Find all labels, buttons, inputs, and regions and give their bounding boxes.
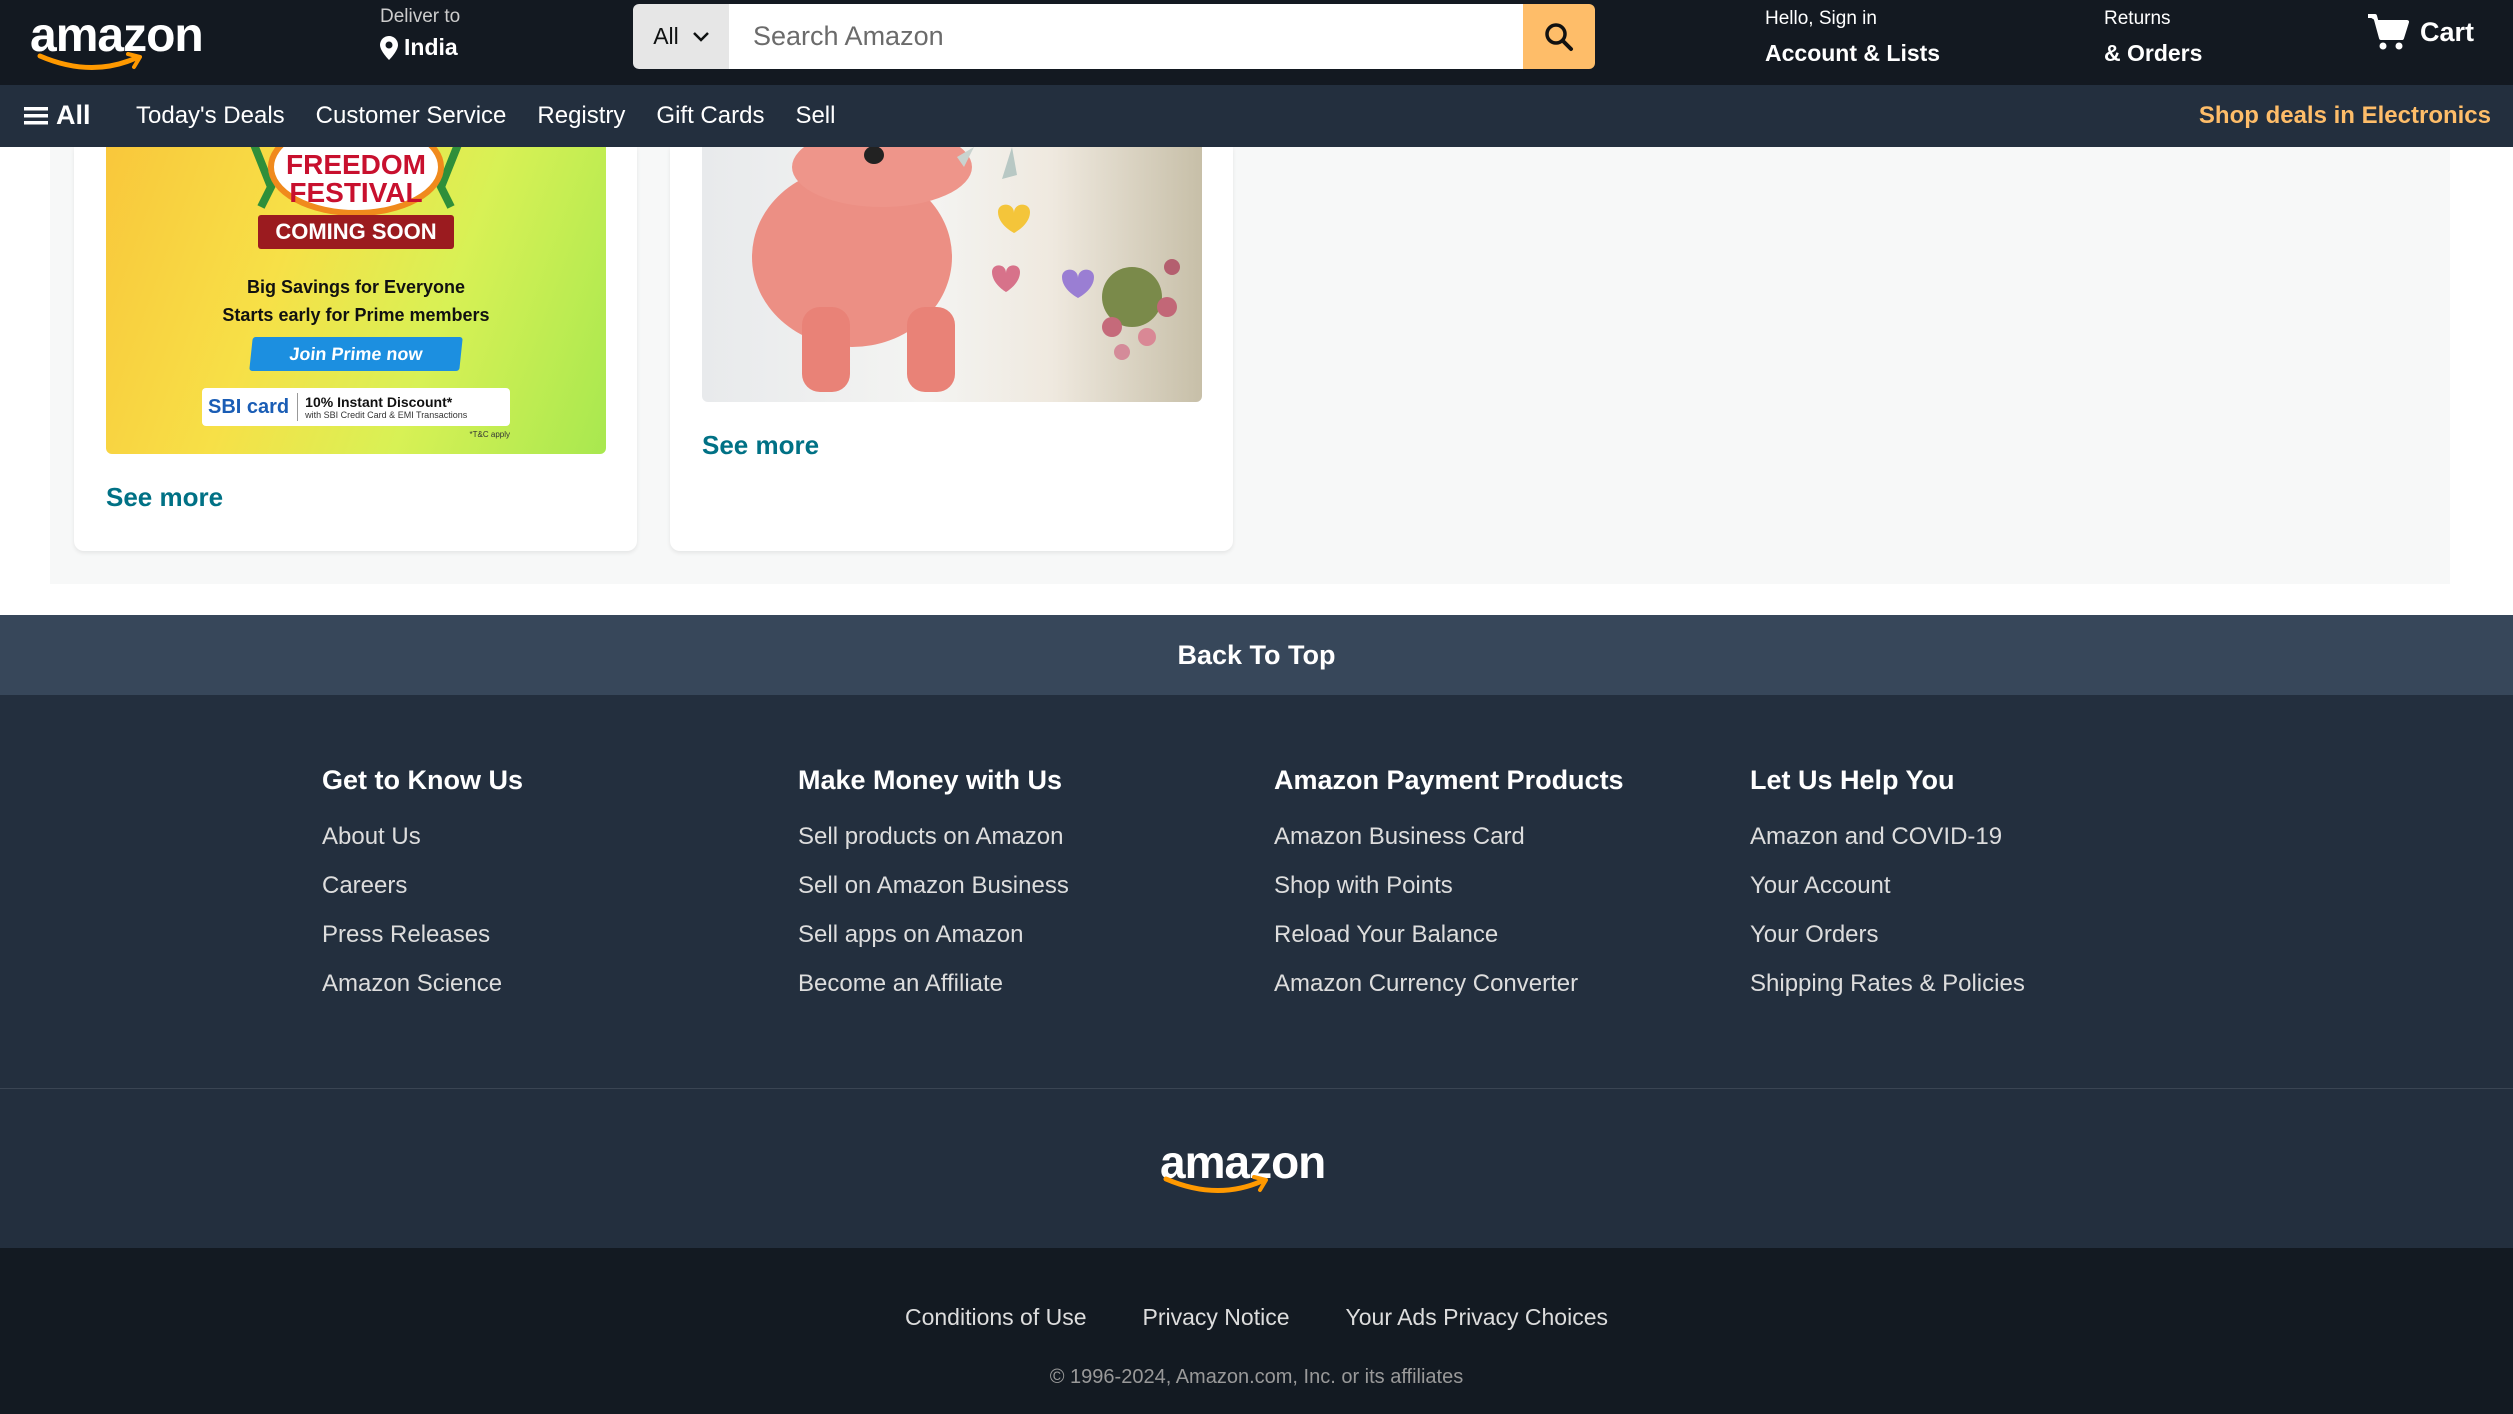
promo-text-line2: Starts early for Prime members [222,305,490,325]
legal-links: Conditions of Use Privacy Notice Your Ad… [0,1304,2513,1331]
footer-link-sell-apps[interactable]: Sell apps on Amazon [798,921,1069,949]
nav-todays-deals[interactable]: Today's Deals [136,102,285,130]
plush-unicorn-illustration [752,147,1180,392]
footer-column-make-money: Make Money with Us Sell products on Amaz… [798,765,1069,1019]
nav-electronics-deals[interactable]: Shop deals in Electronics [2199,102,2491,130]
top-header: amazon Deliver to India All Search Amazo… [0,0,2513,85]
sbi-card-logo: SBI card [208,393,299,421]
coming-soon-badge: COMING SOON [258,215,454,249]
footer-column-title: Get to Know Us [322,765,523,795]
footer-link-sell-products[interactable]: Sell products on Amazon [798,823,1069,851]
footer-divider [0,1088,2513,1089]
amazon-logo[interactable]: amazon [30,8,210,71]
plush-unicorn-image[interactable] [702,147,1202,402]
nav-bar: All Today's Deals Customer Service Regis… [0,85,2513,147]
footer-link-shipping-rates[interactable]: Shipping Rates & Policies [1750,970,2025,998]
nav-customer-service[interactable]: Customer Service [316,102,507,130]
join-prime-button: Join Prime now [249,337,463,371]
logo-smile-icon [37,52,142,71]
cart-icon [2368,14,2409,50]
footer-link-amazon-science[interactable]: Amazon Science [322,970,523,998]
footer-link-shop-with-points[interactable]: Shop with Points [1274,872,1624,900]
footer-link-affiliate[interactable]: Become an Affiliate [798,970,1069,998]
search-input[interactable] [729,4,1523,69]
ads-privacy-choices-link[interactable]: Your Ads Privacy Choices [1346,1304,1609,1331]
hamburger-menu-icon [24,106,48,124]
footer-column-help: Let Us Help You Amazon and COVID-19 Your… [1750,765,2025,1019]
footer-link-press-releases[interactable]: Press Releases [322,921,523,949]
search-button[interactable] [1523,4,1595,69]
returns-label: Returns [2104,8,2171,29]
product-card: FREEDOM FESTIVAL COMING SOON Big Savings… [74,147,637,551]
returns-and-orders[interactable]: Returns & Orders [2104,8,2202,67]
legal-bar: Conditions of Use Privacy Notice Your Ad… [0,1248,2513,1414]
all-menu-label: All [56,100,91,130]
privacy-notice-link[interactable]: Privacy Notice [1143,1304,1290,1331]
main-content: FREEDOM FESTIVAL COMING SOON Big Savings… [50,147,2450,584]
sbi-offer-box: SBI card 10% Instant Discount* with SBI … [202,388,510,426]
promo-title-line2: FESTIVAL [289,177,423,208]
logo-smile-icon [1163,1175,1268,1194]
promo-text-line1: Big Savings for Everyone [246,277,466,297]
discount-note: with SBI Credit Card & EMI Transactions [305,410,468,420]
see-more-link[interactable]: See more [106,482,223,513]
footer-link-covid[interactable]: Amazon and COVID-19 [1750,823,2025,851]
footer-link-careers[interactable]: Careers [322,872,523,900]
copyright-text: © 1996-2024, Amazon.com, Inc. or its aff… [1049,1366,1464,1388]
deliver-label: Deliver to [380,6,461,27]
deliver-to-location[interactable]: Deliver to India [380,6,460,61]
nav-gift-cards[interactable]: Gift Cards [656,102,764,130]
see-more-link[interactable]: See more [702,430,819,461]
footer-column-title: Let Us Help You [1750,765,1955,795]
search-icon [1545,22,1573,51]
footer: Get to Know Us About Us Careers Press Re… [0,695,2513,1248]
footer-link-sell-business[interactable]: Sell on Amazon Business [798,872,1069,900]
all-menu-button[interactable]: All [24,100,91,131]
footer-amazon-logo[interactable]: amazon [1160,1135,1350,1205]
product-card: See more [670,147,1233,551]
footer-link-your-orders[interactable]: Your Orders [1750,921,2025,949]
terms-apply-note: *T&C apply [469,430,510,439]
footer-column-title: Amazon Payment Products [1274,765,1624,795]
conditions-of-use-link[interactable]: Conditions of Use [905,1304,1087,1331]
account-label: Account & Lists [1765,40,1941,66]
footer-link-reload-balance[interactable]: Reload Your Balance [1274,921,1624,949]
cart-button[interactable]: Cart [2366,12,2474,52]
instant-discount-text: 10% Instant Discount* [305,394,453,410]
orders-label: & Orders [2104,40,2203,66]
back-to-top-button[interactable]: Back To Top [0,615,2513,695]
search-category-value: All [653,23,679,49]
back-to-top-label: Back To Top [1177,639,1336,670]
deliver-location: India [404,34,458,60]
map-pin-icon [380,35,398,60]
footer-link-business-card[interactable]: Amazon Business Card [1274,823,1624,851]
footer-link-your-account[interactable]: Your Account [1750,872,2025,900]
chevron-down-icon [692,31,709,42]
search-bar: All [633,4,1595,69]
nav-links: Today's Deals Customer Service Registry … [136,102,866,130]
footer-link-about-us[interactable]: About Us [322,823,523,851]
footer-column-payment-products: Amazon Payment Products Amazon Business … [1274,765,1624,1019]
nav-sell[interactable]: Sell [795,102,835,130]
freedom-festival-banner[interactable]: FREEDOM FESTIVAL COMING SOON Big Savings… [106,147,606,454]
footer-link-currency-converter[interactable]: Amazon Currency Converter [1274,970,1624,998]
account-greeting: Hello, Sign in [1765,8,1877,29]
account-and-lists[interactable]: Hello, Sign in Account & Lists [1765,8,1940,67]
footer-column-title: Make Money with Us [798,765,1063,795]
search-category-select[interactable]: All [633,4,729,69]
nav-registry[interactable]: Registry [537,102,625,130]
footer-column-get-to-know-us: Get to Know Us About Us Careers Press Re… [322,765,523,1019]
cart-label: Cart [2420,16,2475,47]
